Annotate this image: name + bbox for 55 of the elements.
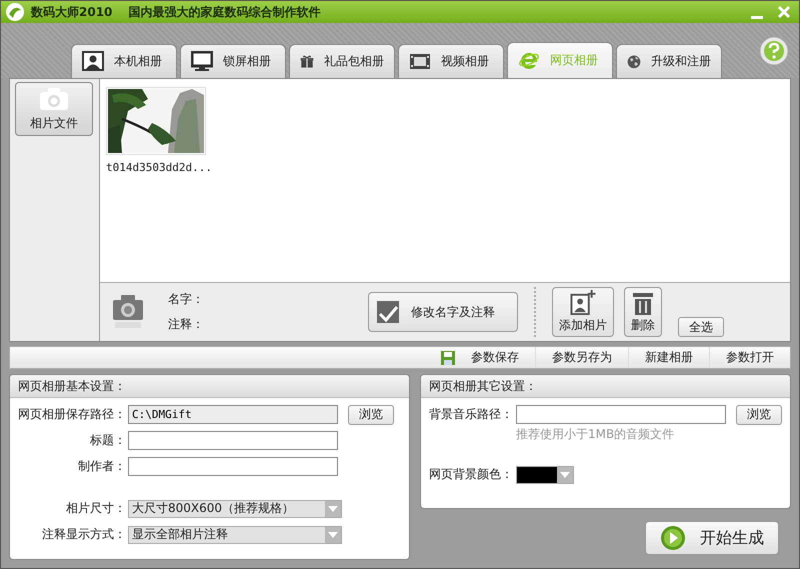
browser-e-icon [518, 50, 540, 71]
floppy-icon [441, 350, 455, 364]
panel-heading: 网页相册基本设置： [10, 375, 409, 398]
dropdown[interactable]: 大尺寸800X600（推荐规格） [128, 500, 342, 518]
window-subtitle: 国内最强大的家庭数码综合制作软件 [128, 4, 320, 20]
help-icon [759, 36, 789, 66]
dropdown[interactable]: 显示全部相片注释 [128, 526, 342, 544]
tab[interactable]: 锁屏相册 [180, 44, 286, 78]
toolbar-button[interactable]: 参数打开 [709, 347, 790, 368]
tab[interactable]: 本机相册 [71, 44, 177, 78]
tab[interactable]: 视频相册 [398, 44, 504, 78]
field-label: 相片尺寸： [65, 500, 126, 517]
add-photo-button[interactable]: 添加相片 [552, 287, 614, 337]
delete-button[interactable]: 删除 [624, 287, 662, 337]
name-label: 名字： [168, 291, 205, 308]
toolbar-button[interactable]: 参数另存为 [535, 347, 628, 368]
field-label: 标题： [89, 432, 126, 449]
trash-icon [631, 290, 655, 314]
photo-caption: t014d3503dd2d... [106, 161, 212, 174]
text-field[interactable]: C:\DMGift [128, 405, 338, 424]
close-icon [777, 5, 791, 19]
edit-name-button[interactable]: 修改名字及注释 [368, 292, 518, 332]
text-field[interactable] [128, 431, 338, 450]
color-picker[interactable] [516, 466, 574, 484]
minimize-icon [751, 16, 763, 19]
start-button[interactable]: 开始生成 [645, 521, 779, 555]
sidebar-button[interactable]: 相片文件 [15, 82, 93, 136]
field-label: 网页背景颜色： [429, 466, 514, 483]
field-label: 注释显示方式： [41, 526, 126, 543]
film-icon [409, 51, 431, 72]
panel-heading: 网页相册其它设置： [421, 375, 790, 398]
field-label: 制作者： [77, 458, 126, 475]
browse-button[interactable]: 浏览 [348, 404, 394, 424]
tab[interactable]: 升级和注册 [616, 44, 722, 78]
camera-icon [112, 294, 144, 330]
toolbar-button[interactable]: 参数保存 [425, 347, 535, 368]
app-logo-icon [5, 2, 25, 22]
tab[interactable]: 礼品包相册 [289, 44, 395, 78]
monitor-icon [191, 51, 213, 72]
text-field[interactable] [128, 457, 338, 476]
field-hint: 推荐使用小于1MB的音频文件 [516, 426, 674, 443]
help-button[interactable] [759, 36, 789, 66]
window-title: 数码大师2010 [31, 4, 112, 20]
add-photo-icon [570, 290, 596, 315]
field-label: 网页相册保存路径： [18, 406, 126, 423]
browse-button[interactable]: 浏览 [736, 404, 782, 424]
portrait-icon [82, 51, 104, 72]
note-label: 注释： [168, 316, 205, 333]
play-icon [660, 525, 686, 551]
checkmark-icon [377, 301, 399, 323]
text-field[interactable] [516, 405, 726, 424]
toolbar-button[interactable]: 新建相册 [628, 347, 709, 368]
select-all-button[interactable]: 全选 [678, 317, 724, 337]
camera-icon [39, 86, 69, 110]
field-label: 背景音乐路径： [429, 406, 514, 423]
